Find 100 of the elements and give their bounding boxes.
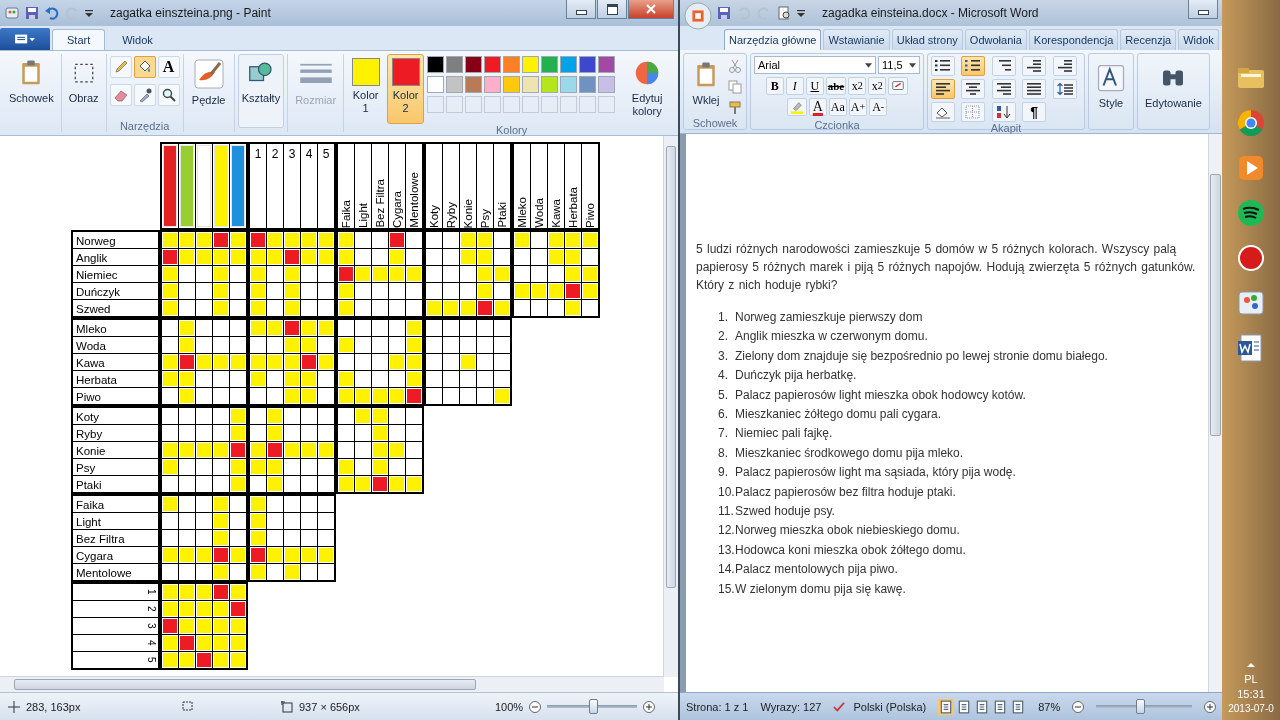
color-swatch[interactable] [427,56,445,73]
color-swatch[interactable] [541,56,559,73]
slider-thumb[interactable] [589,699,599,714]
multilevel-button[interactable] [991,56,1016,76]
language-status[interactable]: Polski (Polska) [853,700,927,713]
image-button[interactable]: Obraz [64,54,103,109]
zoom-out-icon[interactable] [1072,700,1085,713]
dropdown-icon[interactable] [84,8,94,18]
copy-icon[interactable] [727,79,743,95]
shading-button[interactable] [931,102,955,122]
view-mode-icon[interactable] [938,698,955,715]
arrow-up-icon[interactable] [1246,660,1256,670]
clock-date[interactable]: 2013-07-0 [1228,703,1274,714]
cut-icon[interactable] [727,58,743,74]
sort-button[interactable] [991,102,1016,122]
format-button[interactable]: B [765,77,784,95]
minimize-button[interactable] [1188,0,1218,19]
color-swatch[interactable] [465,76,483,93]
horizontal-scrollbar[interactable] [0,676,664,692]
zoom-out-icon[interactable] [529,700,542,713]
shapes-button[interactable]: Kształty [237,54,285,128]
outdent-button[interactable] [1022,56,1047,76]
ribbon-tab[interactable]: Recenzja [1120,29,1177,50]
zoom-in-icon[interactable] [643,700,656,713]
color-swatch[interactable] [560,76,578,93]
minimize-button[interactable] [566,0,596,19]
color-swatch[interactable] [598,56,616,73]
format-button[interactable]: abe [825,77,847,95]
vertical-scrollbar[interactable] [1208,134,1222,692]
save-icon[interactable] [716,5,732,21]
bullets-button[interactable] [931,56,955,76]
color-swatch[interactable] [465,56,483,73]
ribbon-tab[interactable]: Korespondencja [1028,29,1119,50]
clear-formatting-icon[interactable] [888,77,909,95]
paint-app-icon[interactable] [4,5,20,21]
color-swatch[interactable] [560,56,578,73]
color-swatch[interactable] [484,56,502,73]
format-painter-icon[interactable] [727,100,743,116]
edit-colors-button[interactable]: Edytuj kolory [618,54,677,122]
align-right-button[interactable] [991,79,1016,99]
color-slot-button[interactable]: Kolor 1 [347,54,385,124]
color-swatch[interactable] [579,56,597,73]
format-button[interactable]: A$^{-}$ [869,98,888,116]
color-swatch[interactable] [522,76,540,93]
color-swatch[interactable] [503,76,521,93]
fill-tool-button[interactable] [133,56,156,78]
color-swatch[interactable] [446,56,464,73]
record-icon[interactable] [1235,242,1267,274]
spacing-button[interactable] [1052,79,1077,99]
format-button[interactable]: A$^{+}$ [848,98,868,116]
color-swatch[interactable] [579,76,597,93]
music-app-icon[interactable] [1235,197,1267,229]
app-menu-button[interactable] [0,28,50,50]
brushes-button[interactable]: Pędzle [186,54,231,111]
ribbon-tab[interactable]: Układ strony [891,29,963,50]
ribbon-tab[interactable]: Narzędzia główne [724,29,822,50]
indent-button[interactable] [1052,56,1077,76]
save-icon[interactable] [24,5,40,21]
ribbon-tab[interactable]: Widok [1178,29,1219,50]
color-swatch[interactable] [598,76,616,93]
maximize-button[interactable] [597,0,627,19]
format-button[interactable]: A [808,98,827,116]
print-preview-icon[interactable] [776,5,792,21]
paste-button[interactable]: Wklej [687,56,725,116]
font-name-field[interactable]: Arial [754,56,876,74]
color-swatch[interactable] [484,76,502,93]
ribbon-tab[interactable]: Widok [107,29,168,50]
magnifier-tool-button[interactable] [157,84,180,106]
color-swatch[interactable] [503,56,521,73]
clipboard-button[interactable]: Schowek [5,54,58,109]
dropdown-icon[interactable] [796,8,806,18]
color-swatch[interactable] [522,56,540,73]
color-swatch[interactable] [427,76,445,93]
undo-icon[interactable] [44,5,60,21]
vertical-scrollbar[interactable] [663,136,678,677]
numbering-button[interactable] [961,56,986,76]
center-button[interactable] [961,79,986,99]
eraser-tool-button[interactable] [109,84,132,106]
close-button[interactable] [628,0,674,19]
font-size-field[interactable]: 11,5 [878,56,920,74]
ribbon-tab[interactable]: Wstawianie [823,29,890,50]
color-swatch[interactable] [446,76,464,93]
office-button[interactable] [684,2,712,30]
pilcrow-button[interactable]: ¶ [1022,102,1047,122]
color-slot-button[interactable]: Kolor 2 [387,54,425,124]
slider-thumb[interactable] [1136,699,1146,714]
pencil-tool-button[interactable] [109,56,132,78]
proofing-icon[interactable] [833,700,846,713]
text-tool-button[interactable]: A [157,56,180,78]
format-button[interactable]: Aa [828,98,847,116]
color-swatch[interactable] [541,76,559,93]
picker-tool-button[interactable] [133,84,156,106]
ribbon-tab[interactable]: Odwołania [964,29,1027,50]
highlight-icon[interactable] [786,98,807,116]
align-left-button[interactable] [931,79,955,99]
format-button[interactable]: I [785,77,804,95]
justify-button[interactable] [1022,79,1047,99]
chrome-icon[interactable] [1235,107,1267,139]
ribbon-tab[interactable]: Start [52,29,106,50]
format-button[interactable]: x$^{2}$ [868,77,887,95]
